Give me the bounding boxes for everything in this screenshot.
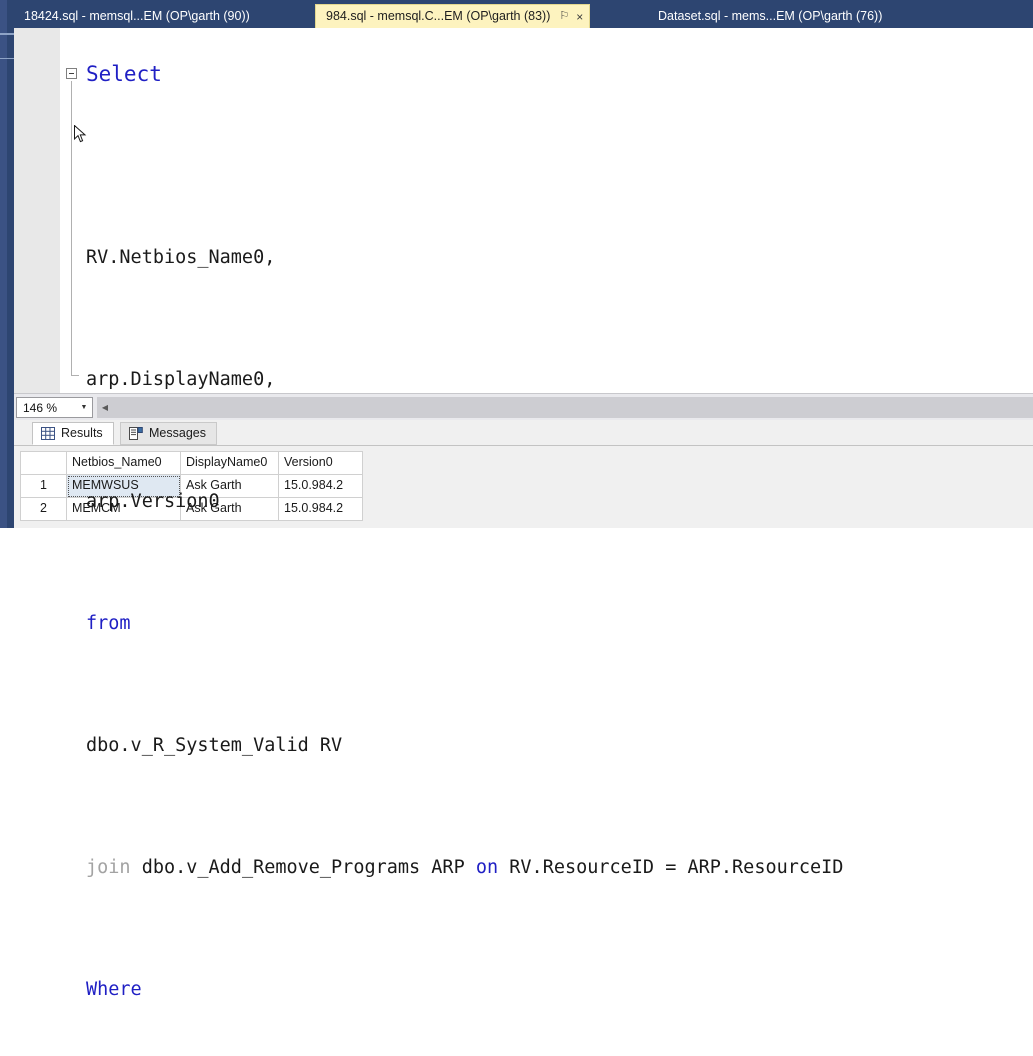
token-col2: arp.DisplayName0, [86, 369, 276, 390]
document-tab-label: Dataset.sql - mems...EM (OP\garth (76)) [658, 8, 883, 23]
token-table2: dbo.v_Add_Remove_Programs ARP [141, 857, 465, 878]
document-tab-label: 984.sql - memsql.C...EM (OP\garth (83)) [326, 9, 551, 24]
token-col1: RV.Netbios_Name0, [86, 247, 276, 268]
code-block[interactable]: RV.Netbios_Name0, arp.DisplayName0, arp.… [86, 60, 843, 1056]
token-where: Where [86, 979, 142, 1000]
token-space-2 [465, 857, 476, 878]
left-dock-divider-2 [0, 58, 14, 59]
grid-row-number[interactable]: 1 [21, 475, 67, 498]
token-space-1 [131, 857, 142, 878]
grid-corner-header[interactable] [21, 452, 67, 475]
document-tab-label: 18424.sql - memsql...EM (OP\garth (90)) [24, 8, 250, 23]
outline-fold-foot [71, 375, 79, 376]
mouse-cursor-icon [74, 125, 87, 143]
document-tab-dataset[interactable]: Dataset.sql - mems...EM (OP\garth (76)) [648, 4, 893, 28]
code-line-where: Where [86, 975, 843, 1006]
ssms-query-window: 18424.sql - memsql...EM (OP\garth (90)) … [0, 0, 1033, 1000]
outline-fold-line [71, 81, 72, 376]
document-tab-strip: 18424.sql - memsql...EM (OP\garth (90)) … [0, 0, 1033, 28]
code-line-from: from [86, 609, 843, 640]
collapse-outline-icon[interactable] [66, 68, 77, 79]
token-join: join [86, 857, 131, 878]
zoom-level-dropdown[interactable]: 146 % ▼ [16, 397, 93, 418]
token-space-3 [498, 857, 509, 878]
code-line-join: join dbo.v_Add_Remove_Programs ARP on RV… [86, 853, 843, 884]
token-from: from [86, 613, 131, 634]
editor-indicator-margin[interactable] [14, 28, 61, 393]
code-line-col2: arp.DisplayName0, [86, 365, 843, 396]
zoom-level-value: 146 % [23, 400, 58, 415]
left-dock-edge-inner [0, 0, 7, 528]
code-line-table1: dbo.v_R_System_Valid RV [86, 731, 843, 762]
document-tab-984-active[interactable]: 984.sql - memsql.C...EM (OP\garth (83)) … [315, 4, 591, 28]
token-table1: dbo.v_R_System_Valid RV [86, 735, 343, 756]
token-on: on [475, 857, 499, 878]
token-col3: arp.Version0 [86, 491, 220, 512]
close-icon[interactable]: × [576, 11, 583, 23]
token-join-condition: RV.ResourceID = ARP.ResourceID [509, 857, 844, 878]
code-line-col1: RV.Netbios_Name0, [86, 243, 843, 274]
left-dock-divider-1 [0, 33, 14, 35]
document-tab-18424[interactable]: 18424.sql - memsql...EM (OP\garth (90)) [14, 4, 260, 28]
pin-icon[interactable]: ⚐ [559, 11, 569, 22]
left-dock-edge [0, 0, 14, 528]
grid-icon [41, 427, 55, 440]
grid-row-number[interactable]: 2 [21, 498, 67, 521]
code-line-col3: arp.Version0 [86, 487, 843, 518]
document-tab-controls: ⚐ × [559, 11, 583, 23]
sql-editor[interactable]: Select RV.Netbios_Name0, arp.DisplayName… [14, 28, 1033, 1000]
